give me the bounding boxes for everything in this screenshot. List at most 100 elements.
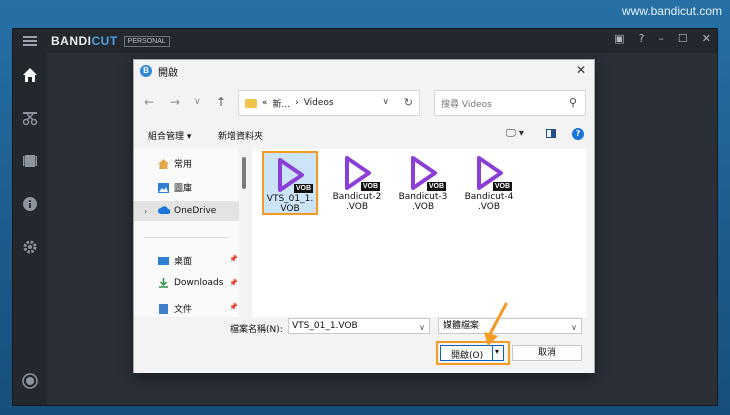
file-name-line1: Bandicut-4	[464, 192, 514, 202]
close-icon[interactable]: ✕	[702, 32, 711, 45]
back-icon[interactable]: ←	[144, 95, 154, 109]
file-item[interactable]: VOB VTS_01_1. VOB	[262, 151, 318, 215]
refresh-icon[interactable]: ↻	[404, 96, 413, 109]
filename-input[interactable]: VTS_01_1.VOB ∨	[288, 318, 430, 334]
file-name: Bandicut-4 .VOB	[461, 192, 517, 212]
bandicut-logo-icon: B	[140, 65, 152, 77]
dialog-titlebar: B 開啟 ✕	[134, 60, 594, 82]
home-icon	[158, 158, 169, 169]
dialog-title: 開啟	[158, 67, 178, 79]
film-icon[interactable]	[21, 153, 39, 171]
breadcrumb-overflow[interactable]: «	[262, 98, 268, 108]
help-icon[interactable]: ?	[639, 32, 645, 45]
video-file-icon: VOB	[406, 155, 446, 191]
minimize-icon[interactable]: –	[658, 32, 664, 45]
view-options-icon[interactable]: 🖵 ▾	[506, 128, 524, 139]
file-name-line1: VTS_01_1.	[266, 194, 314, 204]
vob-badge: VOB	[426, 182, 446, 191]
file-name: Bandicut-3 .VOB	[395, 192, 451, 212]
nav-item-downloads[interactable]: Downloads	[158, 278, 223, 288]
home-icon[interactable]	[21, 67, 39, 85]
file-name-line2: .VOB	[477, 202, 501, 212]
filename-value: VTS_01_1.VOB	[292, 321, 358, 331]
pin-icon[interactable]: 📌	[229, 255, 238, 263]
nav-item-onedrive[interactable]: › OneDrive	[144, 206, 216, 216]
nav-divider	[144, 237, 229, 238]
video-file-icon: VOB	[340, 155, 380, 191]
nav-scrollbar[interactable]	[242, 157, 246, 189]
preview-pane-icon[interactable]	[546, 129, 556, 138]
cloud-icon	[158, 206, 171, 216]
dialog-footer: 檔案名稱(N): VTS_01_1.VOB ∨ 媒體檔案 ∨ 開啟(O) ▾ 取…	[134, 318, 594, 373]
window-controls: ▣ ? – ☐ ✕	[614, 32, 711, 45]
filename-dropdown-icon[interactable]: ∨	[419, 321, 425, 335]
navigation-bar: ← → ∨ ↑ « 新... › Videos ∨ ↻ 搜尋 Videos ⚲	[134, 90, 594, 116]
pin-icon[interactable]: 📌	[229, 279, 238, 287]
dialog-close-button[interactable]: ✕	[576, 63, 586, 77]
nav-label: 文件	[174, 305, 193, 315]
nav-label: 常用	[174, 160, 193, 170]
nav-label: OneDrive	[174, 206, 217, 216]
file-name-line2: .VOB	[411, 202, 435, 212]
search-placeholder: 搜尋 Videos	[441, 99, 492, 110]
app-sidebar	[13, 53, 47, 405]
nav-item-gallery[interactable]: 圖庫	[158, 181, 192, 194]
nav-label: 桌面	[174, 257, 193, 267]
file-list: VOB VTS_01_1. VOB VOB Bandicut-2 .VOB VOB …	[252, 149, 586, 317]
file-name-line1: Bandicut-3	[398, 192, 448, 202]
breadcrumb-separator: ›	[295, 98, 299, 108]
new-folder-button[interactable]: 新增資料夾	[218, 129, 263, 142]
nav-item-home[interactable]: 常用	[158, 157, 192, 170]
maximize-icon[interactable]: ☐	[678, 32, 688, 45]
organize-button[interactable]: 組合管理 ▾	[148, 129, 191, 142]
search-icon[interactable]: ⚲	[569, 96, 577, 109]
filetype-dropdown-icon[interactable]: ∨	[571, 321, 577, 335]
app-titlebar: BANDICUT PERSONAL ▣ ? – ☐ ✕	[13, 29, 717, 53]
desktop-icon	[158, 256, 169, 266]
nav-label: 圖庫	[174, 184, 193, 194]
address-dropdown-icon[interactable]: ∨	[382, 97, 389, 107]
file-name: VTS_01_1. VOB	[264, 194, 316, 214]
file-item[interactable]: VOB Bandicut-2 .VOB	[329, 151, 385, 215]
document-icon	[158, 303, 169, 314]
breadcrumb-current[interactable]: Videos	[304, 98, 334, 108]
edition-badge: PERSONAL	[123, 35, 170, 47]
recent-dropdown-icon[interactable]: ∨	[194, 97, 201, 107]
gallery-icon	[158, 182, 169, 193]
forward-icon[interactable]: →	[170, 95, 180, 109]
open-file-dialog: B 開啟 ✕ ← → ∨ ↑ « 新... › Videos ∨ ↻ 搜尋 Vi…	[133, 59, 595, 373]
nav-item-documents[interactable]: 文件	[158, 302, 192, 315]
file-name-line2: .VOB	[345, 202, 369, 212]
folder-icon[interactable]: ▣	[614, 32, 624, 45]
brand-part-a: BANDI	[51, 34, 92, 48]
nav-item-desktop[interactable]: 桌面	[158, 254, 192, 267]
file-name-line2: VOB	[280, 204, 300, 214]
vob-badge: VOB	[293, 184, 313, 193]
help-icon[interactable]: ?	[572, 128, 584, 140]
navigation-pane: 常用 圖庫 › OneDrive 桌面 📌 Downloads 📌 文件 📌	[134, 149, 239, 317]
video-file-icon: VOB	[472, 155, 512, 191]
video-file-icon: VOB	[273, 157, 313, 193]
address-bar[interactable]: « 新... › Videos ∨ ↻	[238, 90, 420, 116]
file-item[interactable]: VOB Bandicut-4 .VOB	[461, 151, 517, 215]
app-brand: BANDICUT	[51, 34, 118, 48]
dialog-toolbar: 組合管理 ▾ 新增資料夾 🖵 ▾ ?	[134, 124, 594, 146]
file-item[interactable]: VOB Bandicut-3 .VOB	[395, 151, 451, 215]
cut-icon[interactable]	[21, 110, 39, 128]
up-icon[interactable]: ↑	[216, 95, 226, 109]
download-icon	[158, 278, 169, 288]
pin-icon[interactable]: 📌	[229, 303, 238, 311]
watermark: www.bandicut.com	[621, 4, 722, 18]
nav-label: Downloads	[174, 278, 224, 288]
menu-icon[interactable]	[23, 36, 37, 46]
info-icon[interactable]	[21, 196, 39, 214]
vob-badge: VOB	[360, 182, 380, 191]
record-icon[interactable]	[21, 373, 39, 391]
file-name: Bandicut-2 .VOB	[329, 192, 385, 212]
cancel-button[interactable]: 取消	[512, 345, 582, 361]
search-input[interactable]: 搜尋 Videos ⚲	[434, 90, 586, 116]
settings-icon[interactable]	[21, 239, 39, 257]
expand-chevron-icon[interactable]: ›	[144, 207, 153, 216]
vob-badge: VOB	[492, 182, 512, 191]
breadcrumb-parent[interactable]: 新...	[273, 97, 291, 110]
